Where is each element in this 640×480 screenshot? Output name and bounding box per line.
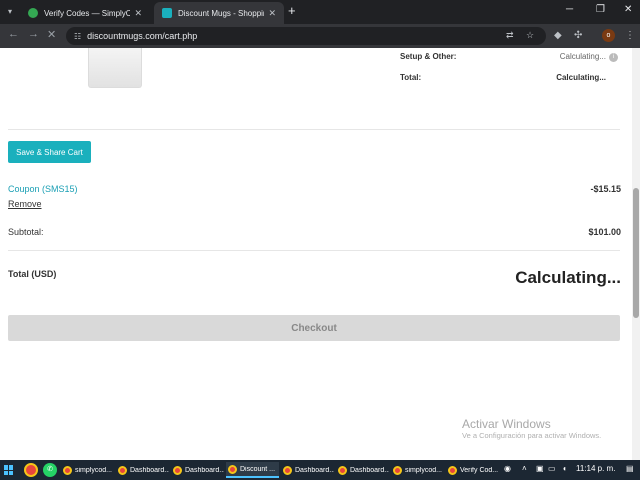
chrome-icon: [228, 464, 237, 474]
display-icon[interactable]: ▭: [548, 464, 556, 473]
site-info-icon[interactable]: ☷: [74, 32, 81, 41]
forward-icon[interactable]: →: [28, 28, 39, 40]
summary-total-value: Calculating...: [556, 73, 606, 82]
chrome-icon: [283, 465, 292, 475]
whatsapp-icon[interactable]: ✆: [43, 463, 57, 477]
back-icon[interactable]: ←: [8, 28, 19, 40]
chrome-icon: [338, 465, 347, 475]
divider: [8, 250, 620, 251]
total-usd-label: Total (USD): [8, 269, 57, 279]
product-image: [88, 48, 142, 88]
setup-other-value: Calculating...: [559, 52, 606, 61]
tab-title: Verify Codes — SimplyCodes: [44, 8, 131, 18]
chrome-icon: [63, 465, 72, 475]
taskbar-item[interactable]: Verify Cod...: [446, 462, 499, 478]
speaker-icon[interactable]: ◖: [562, 464, 567, 473]
save-share-cart-button[interactable]: Save & Share Cart: [8, 141, 91, 163]
chrome-icon: [393, 465, 402, 475]
discountmugs-favicon-icon: [162, 8, 172, 18]
browser-tab-strip: ▾ Verify Codes — SimplyCodes ✕ Discount …: [0, 0, 640, 24]
activate-windows-subtitle: Ve a Configuración para activar Windows.: [462, 431, 602, 440]
close-tab-icon[interactable]: ✕: [134, 8, 142, 19]
profile-avatar[interactable]: o: [602, 29, 615, 42]
checkout-button[interactable]: Checkout: [8, 315, 620, 341]
address-bar[interactable]: ☷ discountmugs.com/cart.php ⇄ ☆: [66, 27, 546, 45]
translate-icon[interactable]: ⇄: [506, 30, 514, 41]
new-tab-icon[interactable]: +: [288, 3, 296, 18]
app-tray-icon[interactable]: ▣: [536, 464, 544, 473]
chrome-icon: [173, 465, 182, 475]
scrollbar-thumb[interactable]: [633, 188, 639, 318]
taskbar-item[interactable]: Discount ...: [226, 462, 279, 478]
tab-search-icon[interactable]: ▾: [4, 5, 16, 19]
taskbar-item[interactable]: simplycod...: [391, 462, 444, 478]
remove-coupon-link[interactable]: Remove: [8, 199, 42, 209]
windows-taskbar: ✆ simplycod... Dashboard... Dashboard...…: [0, 460, 640, 480]
subtotal-value: $101.00: [588, 227, 621, 237]
extensions-puzzle-icon[interactable]: ✣: [574, 30, 582, 41]
notifications-icon[interactable]: ▤: [626, 464, 634, 473]
browser-toolbar: ← → ✕ ☷ discountmugs.com/cart.php ⇄ ☆ ◆ …: [0, 24, 640, 48]
url-text: discountmugs.com/cart.php: [87, 31, 198, 41]
subtotal-label: Subtotal:: [8, 227, 44, 237]
tab-discount-mugs[interactable]: Discount Mugs - Shopping Cart ✕: [154, 2, 284, 24]
chrome-icon: [118, 465, 127, 475]
taskbar-item[interactable]: simplycod...: [61, 462, 114, 478]
coupon-discount-value: -$15.15: [590, 184, 621, 194]
clock[interactable]: 11:14 p. m.: [576, 464, 615, 473]
taskbar-item[interactable]: Dashboard...: [171, 462, 224, 478]
coupon-label: Coupon (SMS15): [8, 184, 78, 194]
bookmark-star-icon[interactable]: ☆: [526, 30, 534, 41]
taskbar-item[interactable]: Dashboard...: [336, 462, 389, 478]
taskbar-item[interactable]: Dashboard...: [281, 462, 334, 478]
taskbar-item[interactable]: Dashboard...: [116, 462, 169, 478]
chrome-icon[interactable]: [24, 463, 38, 477]
stop-loading-icon[interactable]: ✕: [47, 28, 56, 41]
divider: [8, 129, 620, 130]
info-icon[interactable]: i: [609, 53, 618, 62]
show-hidden-icons-chevron-up-icon[interactable]: ˄: [522, 464, 527, 473]
windows-start-icon[interactable]: [4, 465, 14, 475]
browser-menu-icon[interactable]: ⋮: [625, 30, 635, 41]
close-window-icon[interactable]: ✕: [624, 4, 632, 15]
tab-simplycodes[interactable]: Verify Codes — SimplyCodes ✕: [20, 2, 150, 24]
close-tab-icon[interactable]: ✕: [268, 8, 276, 19]
summary-total-label: Total:: [400, 73, 422, 82]
total-usd-value: Calculating...: [515, 268, 621, 287]
simplycodes-favicon-icon: [28, 8, 38, 18]
edge-icon[interactable]: ◉: [504, 464, 511, 473]
tab-title: Discount Mugs - Shopping Cart: [178, 8, 264, 18]
activate-windows-title: Activar Windows: [462, 417, 551, 431]
chrome-icon: [448, 465, 457, 475]
setup-other-label: Setup & Other:: [400, 52, 457, 61]
scrollbar[interactable]: [632, 48, 640, 460]
extension-shield-icon[interactable]: ◆: [554, 30, 562, 41]
restore-icon[interactable]: ❐: [596, 4, 605, 15]
minimize-icon[interactable]: ─: [566, 4, 573, 15]
page-content: Setup & Other: Calculating... i Total: C…: [0, 48, 640, 460]
